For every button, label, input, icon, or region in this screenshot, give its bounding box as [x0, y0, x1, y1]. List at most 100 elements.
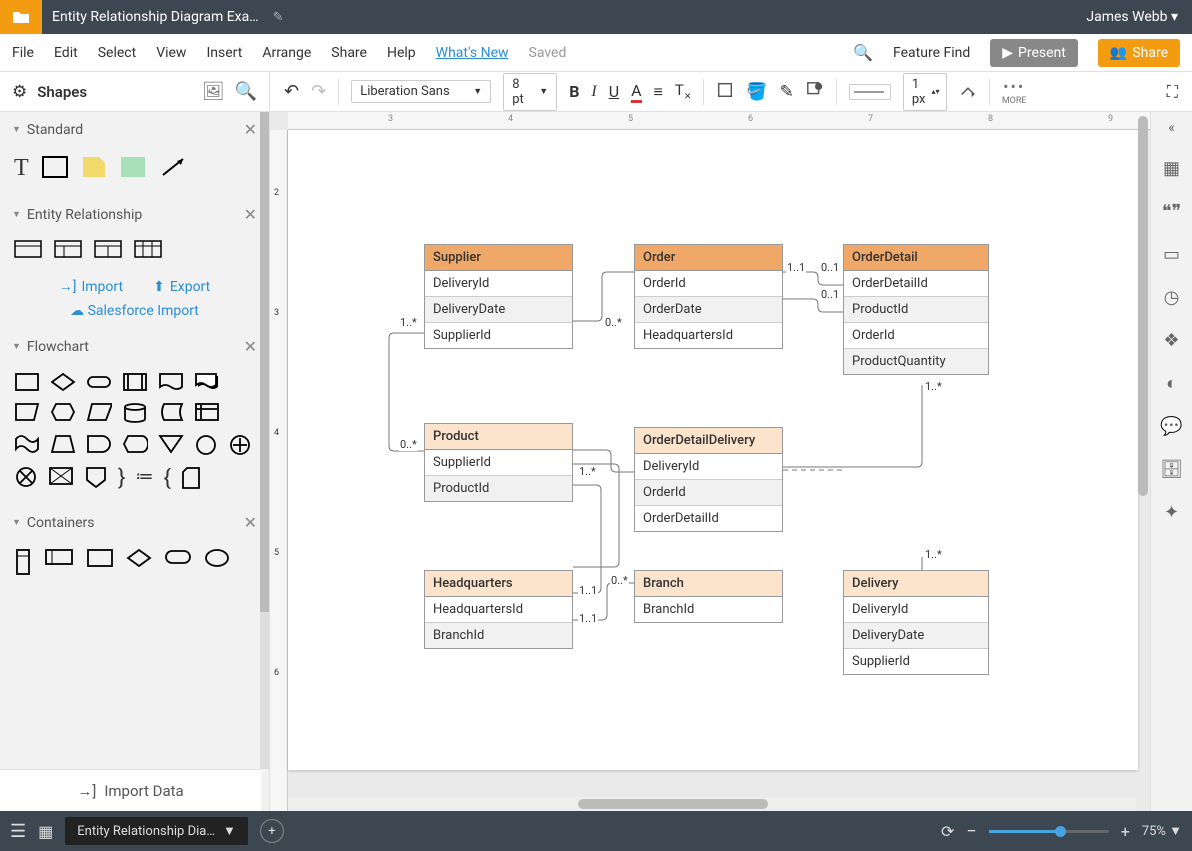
- canvas[interactable]: Supplier DeliveryId DeliveryDate Supplie…: [288, 130, 1138, 770]
- add-page-button[interactable]: +: [260, 819, 284, 843]
- underline-icon[interactable]: U: [609, 82, 619, 101]
- close-icon[interactable]: ✕: [244, 337, 257, 356]
- image-icon[interactable]: 🖼: [202, 81, 225, 102]
- user-menu[interactable]: James Webb ▾: [1072, 9, 1192, 25]
- cont-1[interactable]: [14, 548, 32, 576]
- fc-predef[interactable]: [122, 372, 148, 392]
- menu-help[interactable]: Help: [387, 45, 416, 61]
- font-select[interactable]: Liberation Sans▼: [351, 80, 491, 103]
- sync-icon[interactable]: ⟳: [941, 822, 954, 841]
- fc-diamond[interactable]: [50, 372, 76, 392]
- menu-view[interactable]: View: [156, 45, 186, 61]
- fc-cyl[interactable]: [122, 402, 148, 424]
- close-icon[interactable]: ✕: [244, 205, 257, 224]
- linewidth-select[interactable]: 1 px▴▾: [903, 73, 947, 111]
- note-shape[interactable]: [81, 155, 107, 183]
- linetype-icon[interactable]: [959, 81, 977, 103]
- fc-offpage[interactable]: [84, 466, 108, 488]
- search-icon[interactable]: 🔍: [235, 81, 257, 102]
- text-shape[interactable]: T: [14, 155, 29, 183]
- entity-order[interactable]: Order OrderId OrderDate HeadquartersId: [634, 244, 783, 349]
- rect-shape[interactable]: [41, 155, 69, 183]
- cont-4[interactable]: [126, 548, 152, 568]
- er-import[interactable]: →] Import: [59, 278, 123, 295]
- entity-branch[interactable]: Branch BranchId: [634, 570, 783, 623]
- fc-card[interactable]: [181, 466, 201, 490]
- menu-share[interactable]: Share: [331, 45, 367, 61]
- page-tab[interactable]: Entity Relationship Dia… ▼: [65, 817, 248, 845]
- menu-file[interactable]: File: [12, 45, 34, 61]
- entity-orderdetaildelivery[interactable]: OrderDetailDelivery DeliveryId OrderId O…: [634, 427, 783, 532]
- section-er[interactable]: ▼Entity Relationship✕: [0, 197, 269, 232]
- fc-connector[interactable]: [194, 434, 218, 456]
- menu-select[interactable]: Select: [98, 45, 136, 61]
- section-standard[interactable]: ▼Standard✕: [0, 112, 269, 147]
- fc-para[interactable]: [86, 402, 112, 422]
- gear-icon[interactable]: ⚙: [12, 82, 27, 102]
- vertical-scrollbar[interactable]: [1136, 116, 1150, 496]
- cont-3[interactable]: [86, 548, 114, 568]
- zoom-in-icon[interactable]: +: [1121, 822, 1130, 841]
- er-shape-2[interactable]: [54, 240, 82, 262]
- more-button[interactable]: •••MORE: [1002, 77, 1027, 106]
- shapefill-icon[interactable]: [716, 81, 734, 103]
- cont-5[interactable]: [164, 548, 192, 566]
- entity-delivery[interactable]: Delivery DeliveryId DeliveryDate Supplie…: [843, 570, 989, 675]
- er-export[interactable]: ⬆ Export: [153, 278, 210, 295]
- fc-sum[interactable]: [228, 434, 252, 456]
- data-icon[interactable]: 🗄: [1160, 459, 1183, 480]
- present-button[interactable]: ▶ Present: [990, 39, 1078, 67]
- fullscreen-icon[interactable]: ⛶: [1167, 82, 1178, 102]
- fc-tape[interactable]: [14, 434, 40, 454]
- fc-note[interactable]: ≔: [135, 466, 153, 491]
- fc-stored[interactable]: [158, 402, 184, 422]
- zoom-slider[interactable]: [989, 830, 1109, 833]
- fc-terminator[interactable]: [86, 372, 112, 392]
- zoom-out-icon[interactable]: −: [966, 821, 976, 842]
- er-shape-4[interactable]: [134, 240, 162, 262]
- fc-delay[interactable]: [86, 434, 112, 454]
- layers-icon[interactable]: ❖: [1163, 330, 1179, 351]
- binoculars-icon[interactable]: 🔍: [853, 43, 873, 62]
- er-shape-1[interactable]: [14, 240, 42, 262]
- fc-multidoc[interactable]: [194, 372, 220, 392]
- undo-icon[interactable]: ↶: [284, 81, 299, 102]
- history-icon[interactable]: ◷: [1164, 287, 1180, 308]
- textstyle-icon[interactable]: T✕: [675, 81, 692, 102]
- grid-view-icon[interactable]: ▦: [38, 822, 53, 841]
- import-data-button[interactable]: →] Import Data: [0, 769, 261, 811]
- comment-icon[interactable]: ❝❞: [1162, 201, 1181, 222]
- fc-display[interactable]: [122, 434, 148, 454]
- list-view-icon[interactable]: ☰: [10, 821, 26, 842]
- folder-icon[interactable]: [0, 0, 42, 34]
- italic-icon[interactable]: I: [591, 83, 596, 101]
- fontsize-select[interactable]: 8 pt▼: [503, 73, 557, 111]
- section-flowchart[interactable]: ▼Flowchart✕: [0, 329, 269, 364]
- share-button[interactable]: 👥 Share: [1098, 39, 1180, 67]
- section-containers[interactable]: ▼Containers✕: [0, 505, 269, 540]
- menu-arrange[interactable]: Arrange: [262, 45, 311, 61]
- arrow-shape[interactable]: [159, 155, 187, 183]
- close-icon[interactable]: ✕: [244, 513, 257, 532]
- menu-edit[interactable]: Edit: [54, 45, 78, 61]
- sidebar-scrollbar[interactable]: [260, 112, 269, 769]
- page-icon[interactable]: ▦: [1163, 158, 1180, 179]
- block-shape[interactable]: [119, 155, 147, 183]
- fc-brace2[interactable]: {: [163, 466, 170, 491]
- fc-rect[interactable]: [14, 372, 40, 392]
- paint-icon[interactable]: ◐: [1166, 373, 1177, 394]
- cont-6[interactable]: [204, 548, 230, 568]
- document-title[interactable]: Entity Relationship Diagram Exa…: [42, 9, 269, 25]
- align-icon[interactable]: ≡: [654, 82, 663, 102]
- horizontal-scrollbar[interactable]: [288, 797, 1136, 811]
- er-shape-3[interactable]: [94, 240, 122, 262]
- menu-whatsnew[interactable]: What's New: [436, 45, 509, 61]
- fc-trap[interactable]: [50, 434, 76, 454]
- zoom-level[interactable]: 75% ▼: [1142, 823, 1182, 839]
- close-icon[interactable]: ✕: [244, 120, 257, 139]
- collapse-panel-icon[interactable]: «: [1168, 120, 1175, 136]
- linestyle-select[interactable]: [849, 84, 891, 100]
- cont-2[interactable]: [44, 548, 74, 566]
- fc-manual[interactable]: [14, 402, 40, 422]
- redo-icon[interactable]: ↷: [311, 81, 326, 102]
